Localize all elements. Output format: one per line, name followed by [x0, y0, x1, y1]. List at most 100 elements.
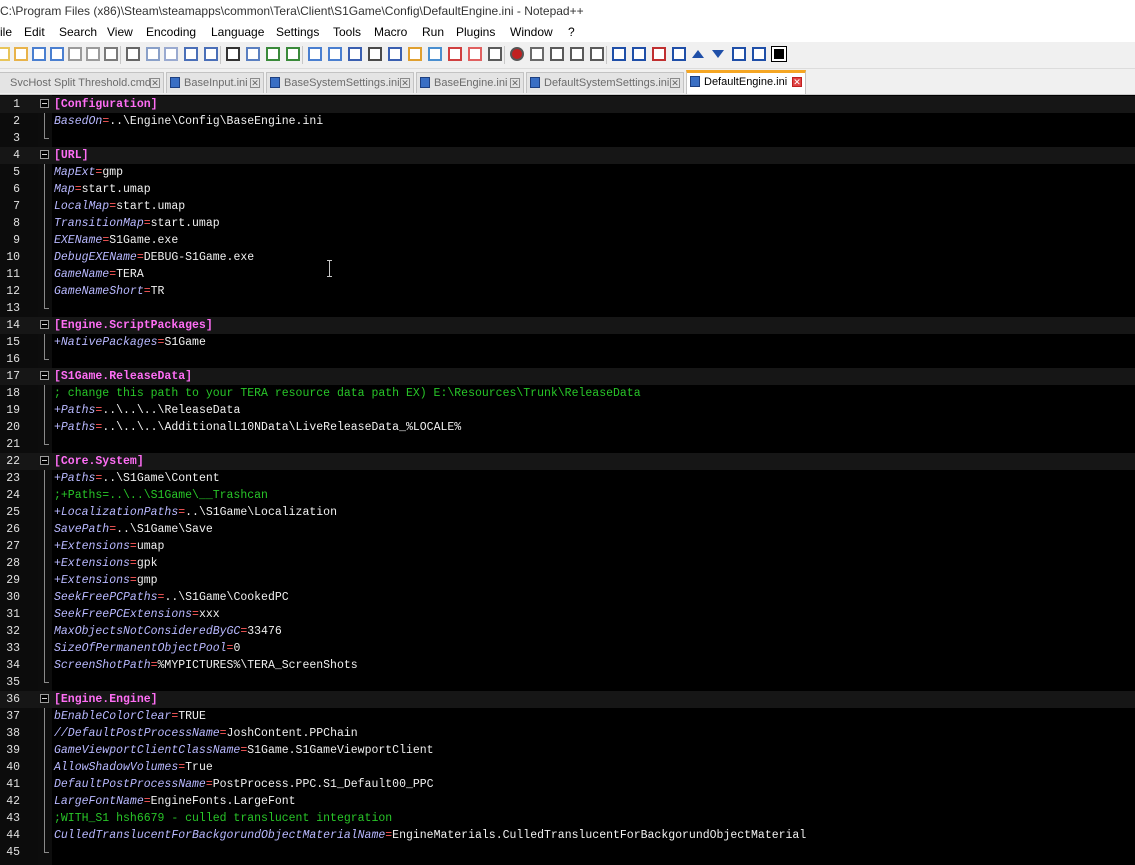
close-tab-icon[interactable]: ✕	[400, 78, 410, 88]
code-line[interactable]: 5 MapExt=gmp	[0, 164, 1135, 181]
plugin-3-icon[interactable]	[650, 45, 668, 63]
save-icon[interactable]	[30, 45, 48, 63]
sync-horizontal-icon[interactable]	[326, 45, 344, 63]
code-line[interactable]: 23 +Paths=..\S1Game\Content	[0, 470, 1135, 487]
tab-baseinput[interactable]: BaseInput.ini ✕	[166, 72, 264, 93]
stop-macro-icon[interactable]	[528, 45, 546, 63]
code-line[interactable]: 8 TransitionMap=start.umap	[0, 215, 1135, 232]
code-line[interactable]: 21	[0, 436, 1135, 453]
menu-edit[interactable]: Edit	[24, 25, 45, 39]
print-icon[interactable]	[102, 45, 120, 63]
tab-baseengine[interactable]: BaseEngine.ini ✕	[416, 72, 524, 93]
code-line[interactable]: 28 +Extensions=gpk	[0, 555, 1135, 572]
menu-plugins[interactable]: Plugins	[456, 25, 495, 39]
code-line[interactable]: 24 ;+Paths=..\..\S1Game\__Trashcan	[0, 487, 1135, 504]
menu-tools[interactable]: Tools	[333, 25, 361, 39]
code-line[interactable]: 40 AllowShadowVolumes=True	[0, 759, 1135, 776]
code-line[interactable]: 44 CulledTranslucentForBackgorundObjectMa…	[0, 827, 1135, 844]
save-all-icon[interactable]	[48, 45, 66, 63]
code-line[interactable]: 42 LargeFontName=EngineFonts.LargeFont	[0, 793, 1135, 810]
move-up-icon[interactable]	[690, 45, 708, 63]
folder-workspace-icon[interactable]	[466, 45, 484, 63]
close-tab-icon[interactable]: ✕	[510, 78, 520, 88]
dark-mode-icon[interactable]	[770, 45, 788, 63]
cut-icon[interactable]	[124, 45, 142, 63]
menu-help[interactable]: ?	[568, 25, 575, 39]
code-line[interactable]: 3	[0, 130, 1135, 147]
plugin-6-icon[interactable]	[750, 45, 768, 63]
word-wrap-icon[interactable]	[346, 45, 364, 63]
code-line[interactable]: 14 [Engine.ScriptPackages]	[0, 317, 1135, 334]
move-down-icon[interactable]	[710, 45, 728, 63]
show-all-chars-icon[interactable]	[366, 45, 384, 63]
close-tab-icon[interactable]: ✕	[670, 78, 680, 88]
code-line[interactable]: 11 GameName=TERA	[0, 266, 1135, 283]
code-line[interactable]: 9 EXEName=S1Game.exe	[0, 232, 1135, 249]
code-line[interactable]: 43 ;WITH_S1 hsh6679 - culled translucent …	[0, 810, 1135, 827]
zoom-out-icon[interactable]	[284, 45, 302, 63]
code-line[interactable]: 36 [Engine.Engine]	[0, 691, 1135, 708]
tab-basesystemsettings[interactable]: BaseSystemSettings.ini ✕	[266, 72, 414, 93]
menu-run[interactable]: Run	[422, 25, 444, 39]
zoom-in-icon[interactable]	[264, 45, 282, 63]
code-line[interactable]: 13	[0, 300, 1135, 317]
code-line[interactable]: 7 LocalMap=start.umap	[0, 198, 1135, 215]
tab-defaultengine[interactable]: DefaultEngine.ini ✕	[686, 70, 806, 94]
code-line[interactable]: 18 ; change this path to your TERA resour…	[0, 385, 1135, 402]
code-line[interactable]: 30 SeekFreePCPaths=..\S1Game\CookedPC	[0, 589, 1135, 606]
editor-area[interactable]: 1 [Configuration] 2 BasedOn=..\Engine\Confi…	[0, 95, 1135, 865]
code-line[interactable]: 22 [Core.System]	[0, 453, 1135, 470]
code-line[interactable]: 31 SeekFreePCExtensions=xxx	[0, 606, 1135, 623]
code-line[interactable]: 10 DebugEXEName=DEBUG-S1Game.exe	[0, 249, 1135, 266]
code-line[interactable]: 25 +LocalizationPaths=..\S1Game\Localizat…	[0, 504, 1135, 521]
code-line[interactable]: 2 BasedOn=..\Engine\Config\BaseEngine.ini	[0, 113, 1135, 130]
fold-toggle-icon[interactable]	[40, 371, 49, 380]
code-line[interactable]: 45	[0, 844, 1135, 861]
code-line[interactable]: 41 DefaultPostProcessName=PostProcess.PPC…	[0, 776, 1135, 793]
menu-encoding[interactable]: Encoding	[146, 25, 196, 39]
record-macro-icon[interactable]	[508, 45, 526, 63]
code-line[interactable]: 20 +Paths=..\..\..\AdditionalL10NData\Liv…	[0, 419, 1135, 436]
document-map-icon[interactable]	[426, 45, 444, 63]
fold-toggle-icon[interactable]	[40, 99, 49, 108]
fold-toggle-icon[interactable]	[40, 320, 49, 329]
code-line[interactable]: 6 Map=start.umap	[0, 181, 1135, 198]
code-line[interactable]: 15 +NativePackages=S1Game	[0, 334, 1135, 351]
menu-window[interactable]: Window	[510, 25, 553, 39]
code-line[interactable]: 39 GameViewportClientClassName=S1Game.S1G…	[0, 742, 1135, 759]
new-file-icon[interactable]	[0, 45, 12, 63]
sync-vertical-icon[interactable]	[306, 45, 324, 63]
menu-settings[interactable]: Settings	[276, 25, 319, 39]
close-tab-icon[interactable]: ✕	[792, 77, 802, 87]
menu-view[interactable]: View	[107, 25, 133, 39]
code-line[interactable]: 35	[0, 674, 1135, 691]
indent-guide-icon[interactable]	[386, 45, 404, 63]
save-macro-icon[interactable]	[588, 45, 606, 63]
fold-toggle-icon[interactable]	[40, 694, 49, 703]
code-line[interactable]: 17 [S1Game.ReleaseData]	[0, 368, 1135, 385]
code-line[interactable]: 26 SavePath=..\S1Game\Save	[0, 521, 1135, 538]
user-language-icon[interactable]	[406, 45, 424, 63]
replace-icon[interactable]	[244, 45, 262, 63]
plugin-4-icon[interactable]	[670, 45, 688, 63]
close-icon[interactable]	[66, 45, 84, 63]
monitoring-icon[interactable]	[486, 45, 504, 63]
tab-svchost-split-threshold[interactable]: SvcHost Split Threshold.cmd ✕	[0, 72, 164, 93]
code-line[interactable]: 27 +Extensions=umap	[0, 538, 1135, 555]
open-file-icon[interactable]	[12, 45, 30, 63]
code-line[interactable]: 34 ScreenShotPath=%MYPICTURES%\TERA_Scree…	[0, 657, 1135, 674]
code-line[interactable]: 32 MaxObjectsNotConsideredByGC=33476	[0, 623, 1135, 640]
plugin-5-icon[interactable]	[730, 45, 748, 63]
code-line[interactable]: 33 SizeOfPermanentObjectPool=0	[0, 640, 1135, 657]
copy-icon[interactable]	[144, 45, 162, 63]
menu-file[interactable]: ile	[0, 25, 12, 39]
tab-defaultsystemsettings[interactable]: DefaultSystemSettings.ini ✕	[526, 72, 684, 93]
menu-search[interactable]: Search	[59, 25, 97, 39]
plugin-1-icon[interactable]	[610, 45, 628, 63]
redo-icon[interactable]	[202, 45, 220, 63]
close-all-icon[interactable]	[84, 45, 102, 63]
run-macro-multiple-icon[interactable]	[568, 45, 586, 63]
play-macro-icon[interactable]	[548, 45, 566, 63]
menu-macro[interactable]: Macro	[374, 25, 407, 39]
fold-toggle-icon[interactable]	[40, 456, 49, 465]
